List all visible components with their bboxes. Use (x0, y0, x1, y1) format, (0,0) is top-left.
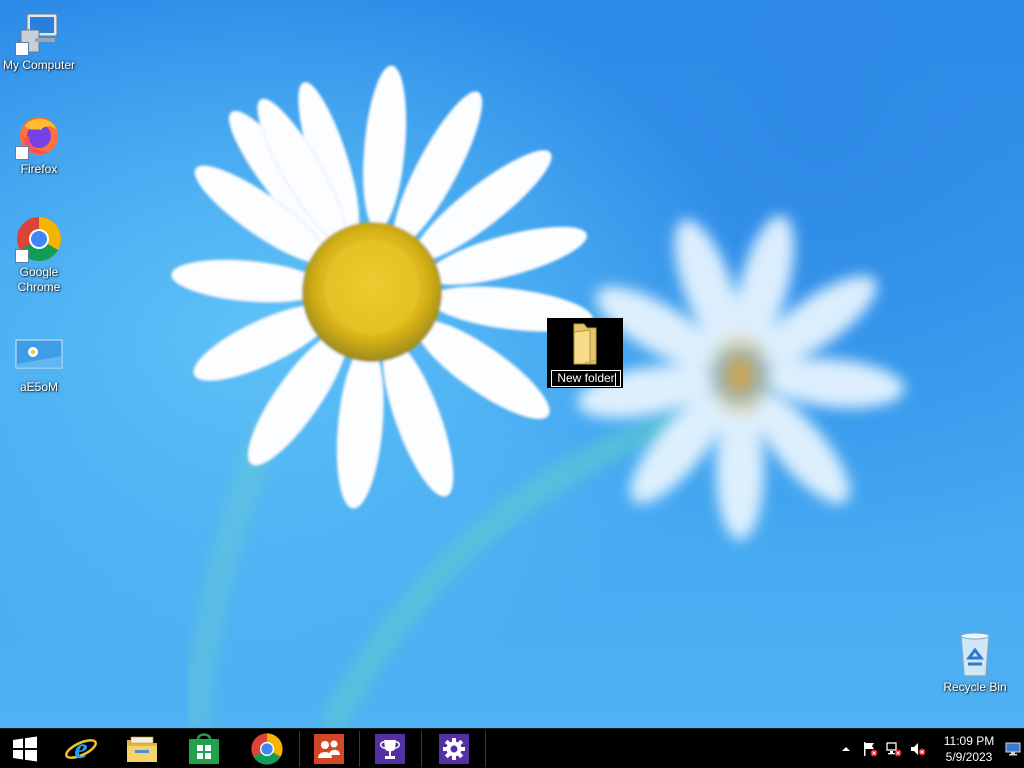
taskbar-separator (485, 731, 486, 767)
shortcut-arrow-icon (15, 146, 29, 160)
desktop-icon-label: Recycle Bin (943, 680, 1007, 694)
desktop-icon-my-computer[interactable]: My Computer (0, 8, 78, 73)
image-thumbnail-icon (15, 330, 63, 378)
show-desktop-button[interactable] (1005, 742, 1021, 756)
taskbar-store[interactable] (174, 729, 234, 768)
chrome-icon (15, 215, 63, 263)
desktop-icon-label: Firefox (20, 162, 58, 176)
show-hidden-icons-icon[interactable] (838, 741, 854, 757)
desktop-icon-label: aE5oM (19, 380, 59, 394)
taskbar-separator (421, 731, 422, 767)
taskbar: e 11:09 PM 5/9/2023 (0, 728, 1024, 768)
clock-time: 11:09 PM (943, 734, 995, 748)
taskbar-file-explorer[interactable] (112, 729, 172, 768)
desktop: My Computer Firefox Google Chrome aE5oM … (0, 0, 1024, 728)
people-icon (314, 734, 344, 764)
settings-gear-icon (439, 734, 469, 764)
desktop-icon-google-chrome[interactable]: Google Chrome (0, 215, 78, 295)
volume-muted-icon[interactable] (910, 741, 926, 757)
firefox-icon (15, 112, 63, 160)
trophy-icon (375, 734, 405, 764)
computer-icon (15, 8, 63, 56)
internet-explorer-icon: e (65, 733, 97, 765)
desktop-icon-firefox[interactable]: Firefox (0, 112, 78, 177)
taskbar-people[interactable] (300, 729, 358, 768)
desktop-item-new-folder[interactable]: New folder (547, 318, 623, 388)
svg-text:e: e (74, 733, 87, 765)
file-explorer-icon (127, 736, 157, 762)
network-disconnected-icon[interactable] (886, 741, 902, 757)
text-caret (615, 373, 616, 386)
chrome-icon (251, 733, 283, 765)
store-icon (189, 733, 219, 764)
desktop-icon-recycle-bin[interactable]: Recycle Bin (936, 630, 1014, 695)
rename-field[interactable]: New folder (551, 370, 621, 387)
windows-start-icon (13, 736, 37, 762)
monitor-icon (1005, 742, 1021, 756)
start-button[interactable] (0, 729, 50, 768)
folder-icon (560, 320, 608, 366)
taskbar-clock[interactable]: 11:09 PM 5/9/2023 (934, 733, 1004, 765)
clock-date: 5/9/2023 (945, 750, 993, 764)
taskbar-internet-explorer[interactable]: e (52, 729, 110, 768)
desktop-icon-label: My Computer (2, 58, 76, 72)
taskbar-google-chrome[interactable] (236, 729, 298, 768)
taskbar-trophy[interactable] (360, 729, 420, 768)
shortcut-arrow-icon (15, 42, 29, 56)
wallpaper (171, 65, 905, 728)
desktop-icon-ae5om[interactable]: aE5oM (0, 330, 78, 395)
recycle-bin-icon (951, 630, 999, 678)
desktop-icon-label: Google Chrome (17, 265, 61, 294)
shortcut-arrow-icon (15, 249, 29, 263)
action-center-flag-icon[interactable] (862, 741, 878, 757)
taskbar-settings[interactable] (424, 729, 484, 768)
